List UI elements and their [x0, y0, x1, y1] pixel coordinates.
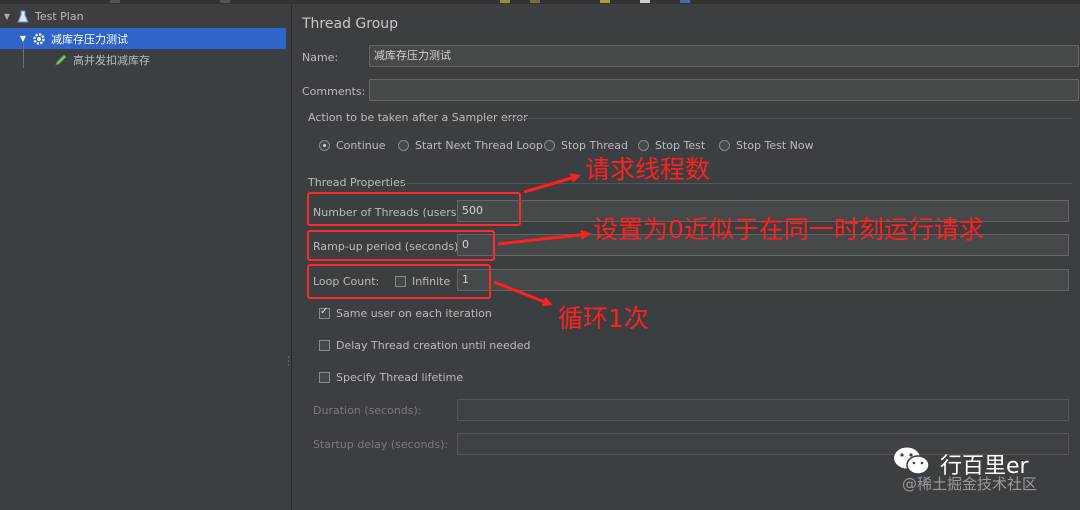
arrow-rampup: [497, 229, 591, 246]
arrow-loop: [493, 280, 553, 307]
watermark-community: @稀土掘金技术社区: [902, 475, 1038, 493]
arrow-threads: [523, 173, 581, 194]
annotation-threads-note: 请求线程数: [585, 155, 711, 184]
annotation-rampup-note: 设置为0近似于在同一时刻运行请求: [593, 215, 984, 244]
annotation-loop-note: 循环1次: [558, 304, 649, 333]
annotation-arrows: [493, 173, 591, 307]
